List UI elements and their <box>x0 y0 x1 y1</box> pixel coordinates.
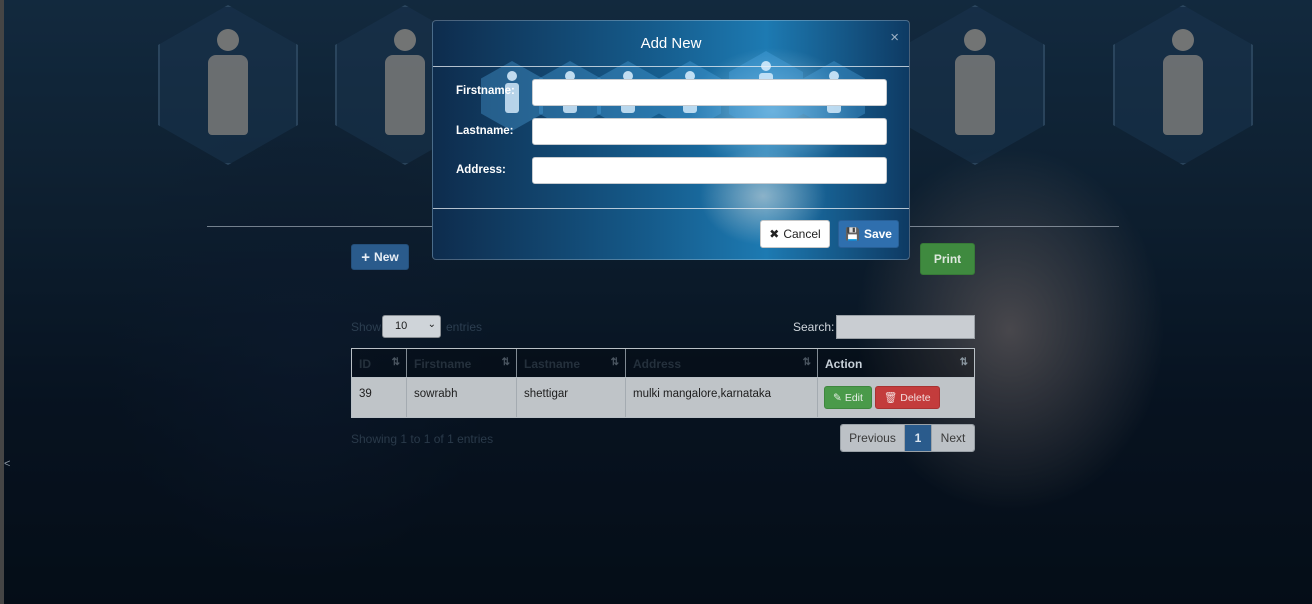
pagination-next[interactable]: Next <box>932 425 974 451</box>
edit-button[interactable]: ✎ Edit <box>824 386 872 409</box>
table-info: Showing 1 to 1 of 1 entries <box>351 432 494 446</box>
column-header-label: Address <box>633 357 682 371</box>
modal-footer-divider <box>433 208 909 209</box>
data-table: ID ⇅ Firstname ⇅ Lastname ⇅ Address ⇅ Action… <box>351 348 975 418</box>
delete-button-label: Delete <box>900 391 931 404</box>
cancel-button[interactable]: ✖ Cancel <box>760 220 830 248</box>
edit-button-label: Edit <box>844 391 863 404</box>
sort-icon: ⇅ <box>501 357 510 368</box>
plus-icon: + <box>361 248 371 266</box>
column-header-lastname[interactable]: Lastname ⇅ <box>517 349 626 377</box>
column-header-label: ID <box>359 357 371 371</box>
save-button[interactable]: 💾 Save <box>838 220 899 248</box>
lastname-field[interactable] <box>532 118 887 145</box>
entries-label: entries <box>446 320 483 334</box>
cell-lastname: shettigar <box>517 378 626 417</box>
floppy-disk-icon: 💾 <box>845 227 860 241</box>
trash-icon: 🗑 <box>883 392 898 404</box>
sort-icon: ⇅ <box>959 357 968 368</box>
chevron-down-icon: ⌄ <box>427 319 436 330</box>
firstname-field[interactable] <box>532 79 887 106</box>
column-header-label: Firstname <box>414 357 472 371</box>
left-arrow-icon[interactable]: < <box>4 458 10 470</box>
add-new-modal: Add New × Firstname: Lastname: Address: … <box>432 20 910 260</box>
table-row: 39 sowrabh shettigar mulki mangalore,kar… <box>352 378 974 417</box>
save-button-label: Save <box>863 227 892 241</box>
column-header-firstname[interactable]: Firstname ⇅ <box>407 349 517 377</box>
print-button-label: Print <box>933 252 962 266</box>
cell-firstname: sowrabh <box>407 378 517 417</box>
sort-icon: ⇅ <box>610 357 619 368</box>
column-header-label: Action <box>825 357 863 371</box>
delete-button[interactable]: 🗑 Delete <box>874 386 940 409</box>
lastname-label: Lastname: <box>456 125 514 137</box>
sort-icon: ⇅ <box>802 357 811 368</box>
address-label: Address: <box>456 164 506 176</box>
search-label: Search: <box>793 320 835 334</box>
sort-icon: ⇅ <box>391 357 400 368</box>
pagination-previous[interactable]: Previous <box>841 425 905 451</box>
show-label: Show <box>351 320 382 334</box>
modal-title: Add New <box>640 35 702 52</box>
pagination: Previous 1 Next <box>840 424 975 452</box>
cell-address: mulki mangalore,karnataka <box>626 378 818 417</box>
pencil-square-icon: ✎ <box>833 391 842 404</box>
modal-header-divider <box>433 66 909 67</box>
table-header: ID ⇅ Firstname ⇅ Lastname ⇅ Address ⇅ Action… <box>352 349 974 378</box>
column-header-address[interactable]: Address ⇅ <box>626 349 818 377</box>
cell-actions: ✎ Edit 🗑 Delete <box>818 378 974 417</box>
search-input[interactable] <box>836 315 975 339</box>
cancel-button-label: Cancel <box>783 227 821 241</box>
firstname-label: Firstname: <box>456 85 515 97</box>
column-header-label: Lastname <box>524 357 581 371</box>
new-button[interactable]: + New <box>351 244 409 270</box>
entries-select[interactable]: 10 ⌄ <box>382 315 441 338</box>
new-button-label: New <box>374 250 399 264</box>
close-icon[interactable]: × <box>890 29 899 46</box>
entries-select-value: 10 <box>395 320 408 332</box>
column-header-id[interactable]: ID ⇅ <box>352 349 407 377</box>
column-header-action[interactable]: Action ⇅ <box>818 349 974 377</box>
x-icon: ✖ <box>769 227 780 241</box>
print-button[interactable]: Print <box>920 243 975 275</box>
cell-id: 39 <box>352 378 407 417</box>
address-field[interactable] <box>532 157 887 184</box>
pagination-page-1[interactable]: 1 <box>905 425 932 451</box>
